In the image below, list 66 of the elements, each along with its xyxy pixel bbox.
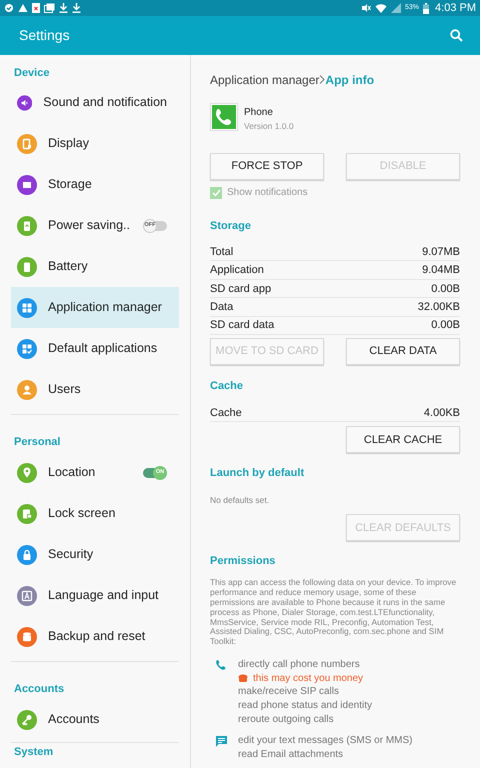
phone-app-icon (210, 103, 238, 131)
gallery-icon (44, 3, 55, 13)
storage-label: Cache (210, 406, 243, 421)
storage-label: SD card app (210, 282, 272, 297)
message-icon (215, 734, 228, 748)
section-header: System (14, 746, 54, 758)
sidebar-item[interactable]: Application manager (11, 287, 179, 328)
storage-value: 32.00KB (418, 300, 460, 316)
action-button[interactable]: CLEAR CACHE (346, 426, 460, 454)
permission-text: directly call phone numbers (238, 658, 360, 672)
sidebar-item[interactable]: Security (11, 534, 179, 575)
section-header: Permissions (210, 554, 276, 569)
storage-label: Total (210, 244, 234, 260)
breadcrumb-current: App info (325, 72, 374, 88)
status-time: 4:03 PM (435, 0, 476, 16)
checkbox-label: Show notifications (227, 186, 308, 200)
section-header: Launch by default (210, 466, 304, 481)
sidebar-item[interactable]: Accounts (11, 699, 179, 740)
signal-icon (391, 3, 402, 13)
permissions-description: This app can access the following data on your device. To improve performance and reduce memory usage, some of these permissions are available to Phone because it runs in the same process as Phone, Dialer Storage, com.test.LTEfunctionality, MmsService, Service mode RIL, Preconfig, Automation Test, Assisted Dialing, CSC, AutoPreconfig, com.sec.phone and SIM Toolkit: (210, 578, 458, 647)
storage-label: SD card data (210, 318, 276, 334)
storage-label: Application (210, 263, 265, 278)
file-error-icon (32, 3, 40, 13)
no-defaults-text: No defaults set. (210, 495, 270, 506)
permission-text: read Email attachments (238, 748, 344, 762)
sidebar-item[interactable]: Display (11, 123, 179, 164)
storage-value: 4.00KB (424, 406, 460, 421)
check-circle-icon (4, 3, 14, 13)
sidebar-item[interactable]: Backup and reset (11, 616, 179, 657)
sidebar-item[interactable]: Users (11, 369, 179, 410)
permission-warning: this may cost you money (253, 672, 364, 686)
sidebar-item[interactable]: Default applications (11, 328, 179, 369)
permission-text: read phone status and identity (238, 699, 372, 713)
sidebar-item[interactable]: Language and input (11, 575, 179, 616)
chevron-right-icon (319, 75, 326, 84)
battery-icon (423, 2, 430, 14)
app-version: Version 1.0.0 (244, 120, 294, 133)
permission-text: edit your text messages (SMS or MMS) (238, 734, 412, 748)
action-button[interactable]: CLEAR DATA (346, 338, 460, 365)
storage-value: 0.00B (431, 282, 460, 297)
storage-label: Data (210, 300, 234, 316)
storage-value: 9.07MB (422, 244, 460, 260)
storage-value: 0.00B (431, 318, 460, 334)
breadcrumb-link[interactable]: Application manager (210, 70, 320, 88)
sidebar-item[interactable]: Lock screen (11, 493, 179, 534)
action-button[interactable]: FORCE STOP (210, 153, 324, 180)
wifi-icon (375, 3, 388, 13)
permission-text: make/receive SIP calls (238, 685, 339, 700)
sidebar-item[interactable]: Sound and notification (11, 82, 179, 123)
download-icon (59, 3, 68, 13)
section-header: Cache (210, 379, 244, 394)
sidebar-item[interactable]: Battery (11, 246, 179, 287)
sidebar-item[interactable]: Storage (11, 164, 179, 205)
mute-icon (361, 3, 372, 13)
section-header: Accounts (14, 683, 64, 695)
download-icon (72, 3, 81, 13)
section-header: Device (14, 67, 50, 79)
section-header: Personal (14, 436, 60, 448)
phone-icon (215, 658, 228, 672)
permission-text: reroute outgoing calls (238, 712, 334, 727)
warning-icon (18, 3, 28, 13)
app-name: Phone (244, 106, 274, 120)
storage-value: 9.04MB (422, 263, 460, 278)
section-header: Storage (210, 218, 251, 234)
app-bar-title: Settings (19, 26, 71, 45)
search-icon (450, 29, 462, 42)
